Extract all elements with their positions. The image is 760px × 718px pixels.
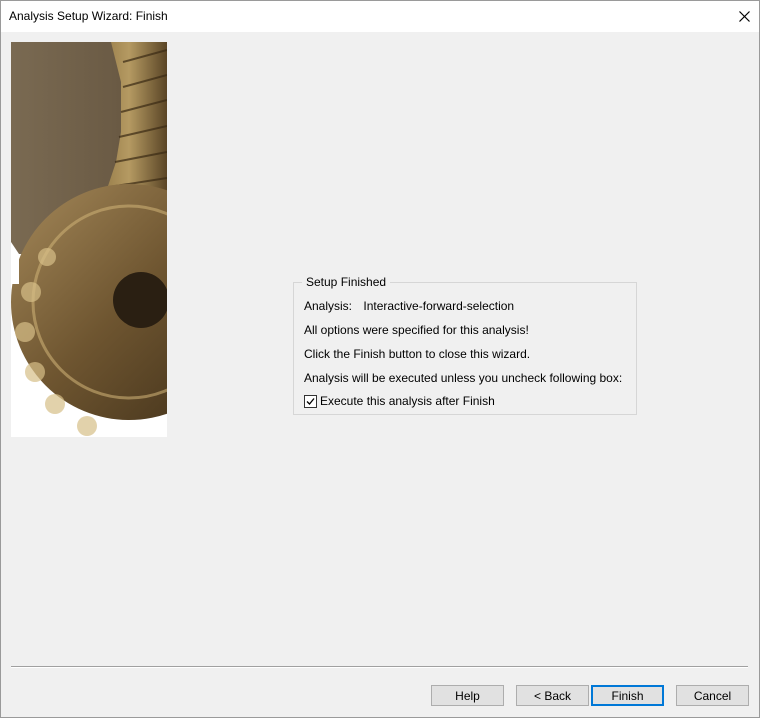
window-title: Analysis Setup Wizard: Finish bbox=[9, 9, 168, 23]
keys-illustration bbox=[11, 42, 167, 437]
execute-note-text: Analysis will be executed unless you unc… bbox=[304, 371, 623, 385]
back-button[interactable]: < Back bbox=[516, 685, 589, 706]
title-bar: Analysis Setup Wizard: Finish bbox=[1, 1, 759, 32]
wizard-illustration bbox=[11, 42, 167, 437]
close-icon bbox=[738, 10, 750, 22]
execute-checkbox[interactable] bbox=[304, 394, 317, 408]
options-specified-text: All options were specified for this anal… bbox=[304, 323, 529, 337]
execute-checkbox-row[interactable]: Execute this analysis after Finish bbox=[304, 394, 495, 408]
setup-finished-group: Setup Finished Analysis: Interactive-for… bbox=[293, 275, 637, 415]
execute-checkbox-label[interactable]: Execute this analysis after Finish bbox=[320, 394, 495, 408]
analysis-value: Interactive-forward-selection bbox=[363, 299, 515, 313]
checkmark-icon bbox=[306, 397, 315, 405]
close-button[interactable] bbox=[729, 1, 759, 31]
analysis-label: Analysis: bbox=[304, 299, 353, 313]
click-finish-text: Click the Finish button to close this wi… bbox=[304, 347, 531, 361]
cancel-button[interactable]: Cancel bbox=[676, 685, 749, 706]
analysis-line: Analysis: Interactive-forward-selection bbox=[304, 299, 514, 313]
wizard-window: Analysis Setup Wizard: Finish Setup Fini… bbox=[0, 0, 760, 718]
help-button[interactable]: Help bbox=[431, 685, 504, 706]
finish-button[interactable]: Finish bbox=[591, 685, 664, 706]
footer-separator bbox=[11, 666, 748, 668]
group-legend: Setup Finished bbox=[302, 275, 391, 289]
